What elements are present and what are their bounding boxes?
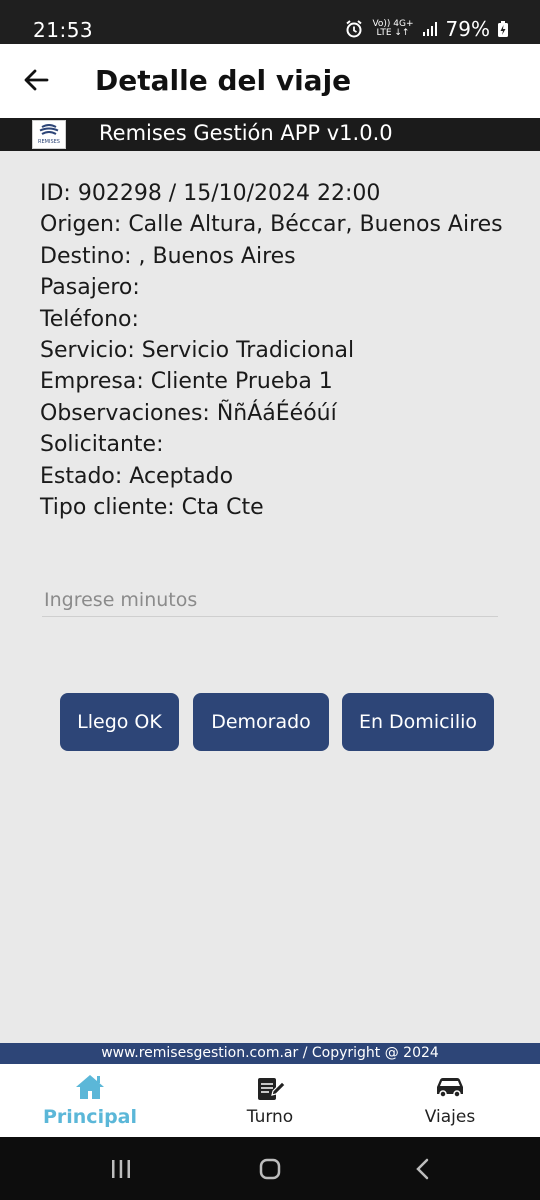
- en-domicilio-button[interactable]: En Domicilio: [342, 693, 494, 751]
- detail-origen: Origen: Calle Altura, Béccar, Buenos Air…: [40, 212, 503, 238]
- logo-text: REMISES: [38, 139, 60, 145]
- nav-item-viajes[interactable]: Viajes: [375, 1064, 525, 1137]
- demorado-button[interactable]: Demorado: [193, 693, 329, 751]
- nav-label-principal: Principal: [42, 1106, 138, 1128]
- detail-servicio: Servicio: Servicio Tradicional: [40, 338, 355, 364]
- app-name: Remises Gestión APP v1.0.0: [99, 121, 393, 145]
- status-icons: Vo)) 4G+ LTE ↓↑ 79%: [344, 17, 508, 41]
- detail-id: ID: 902298 / 15/10/2024 22:00: [40, 181, 381, 206]
- llego-ok-button[interactable]: Llego OK: [60, 693, 179, 751]
- detail-telefono: Teléfono:: [40, 306, 139, 332]
- detail-solicitante: Solicitante:: [40, 432, 164, 458]
- detail-observaciones: Observaciones: ÑñÁáÉéóúí: [40, 400, 337, 426]
- signal-icon: [422, 22, 437, 36]
- recent-apps-icon[interactable]: [110, 1159, 132, 1179]
- detail-pasajero: Pasajero:: [40, 275, 140, 301]
- status-time: 21:53: [33, 18, 94, 42]
- car-icon: [437, 1078, 463, 1098]
- detail-destino: Destino: , Buenos Aires: [40, 243, 296, 269]
- home-button-icon[interactable]: [259, 1158, 281, 1180]
- edit-document-icon: [258, 1078, 285, 1100]
- app-bar: Detalle del viaje: [0, 44, 540, 118]
- minutes-input[interactable]: [42, 584, 498, 617]
- nav-label-turno: Turno: [246, 1107, 294, 1127]
- detail-estado: Estado: Aceptado: [40, 463, 234, 489]
- nav-item-principal[interactable]: Principal: [15, 1064, 165, 1137]
- alarm-icon: [346, 20, 363, 38]
- status-bar: 21:53 Vo)) 4G+ LTE ↓↑ 79%: [0, 0, 540, 44]
- home-icon: [76, 1075, 104, 1099]
- copyright-footer: www.remisesgestion.com.ar / Copyright @ …: [0, 1043, 540, 1064]
- brand-bar: REMISES Remises Gestión APP v1.0.0: [0, 118, 540, 151]
- detail-tipo-cliente: Tipo cliente: Cta Cte: [40, 495, 264, 521]
- back-nav-icon[interactable]: [414, 1158, 430, 1180]
- nav-item-turno[interactable]: Turno: [195, 1064, 345, 1137]
- network-type: Vo)) 4G+ LTE ↓↑: [372, 20, 413, 38]
- network-bottom-text: LTE ↓↑: [376, 28, 410, 38]
- company-logo: REMISES: [32, 120, 66, 149]
- arrow-left-icon[interactable]: [22, 66, 50, 94]
- nav-label-viajes: Viajes: [424, 1107, 476, 1127]
- trip-details: ID: 902298 / 15/10/2024 22:00 Origen: Ca…: [40, 178, 503, 523]
- system-nav-bar: [0, 1137, 540, 1200]
- detail-empresa: Empresa: Cliente Prueba 1: [40, 369, 333, 395]
- battery-charging-icon: [498, 21, 508, 37]
- page-title: Detalle del viaje: [95, 64, 352, 97]
- battery-percent: 79%: [445, 17, 490, 41]
- bottom-nav: Principal Turno Viajes: [0, 1064, 540, 1137]
